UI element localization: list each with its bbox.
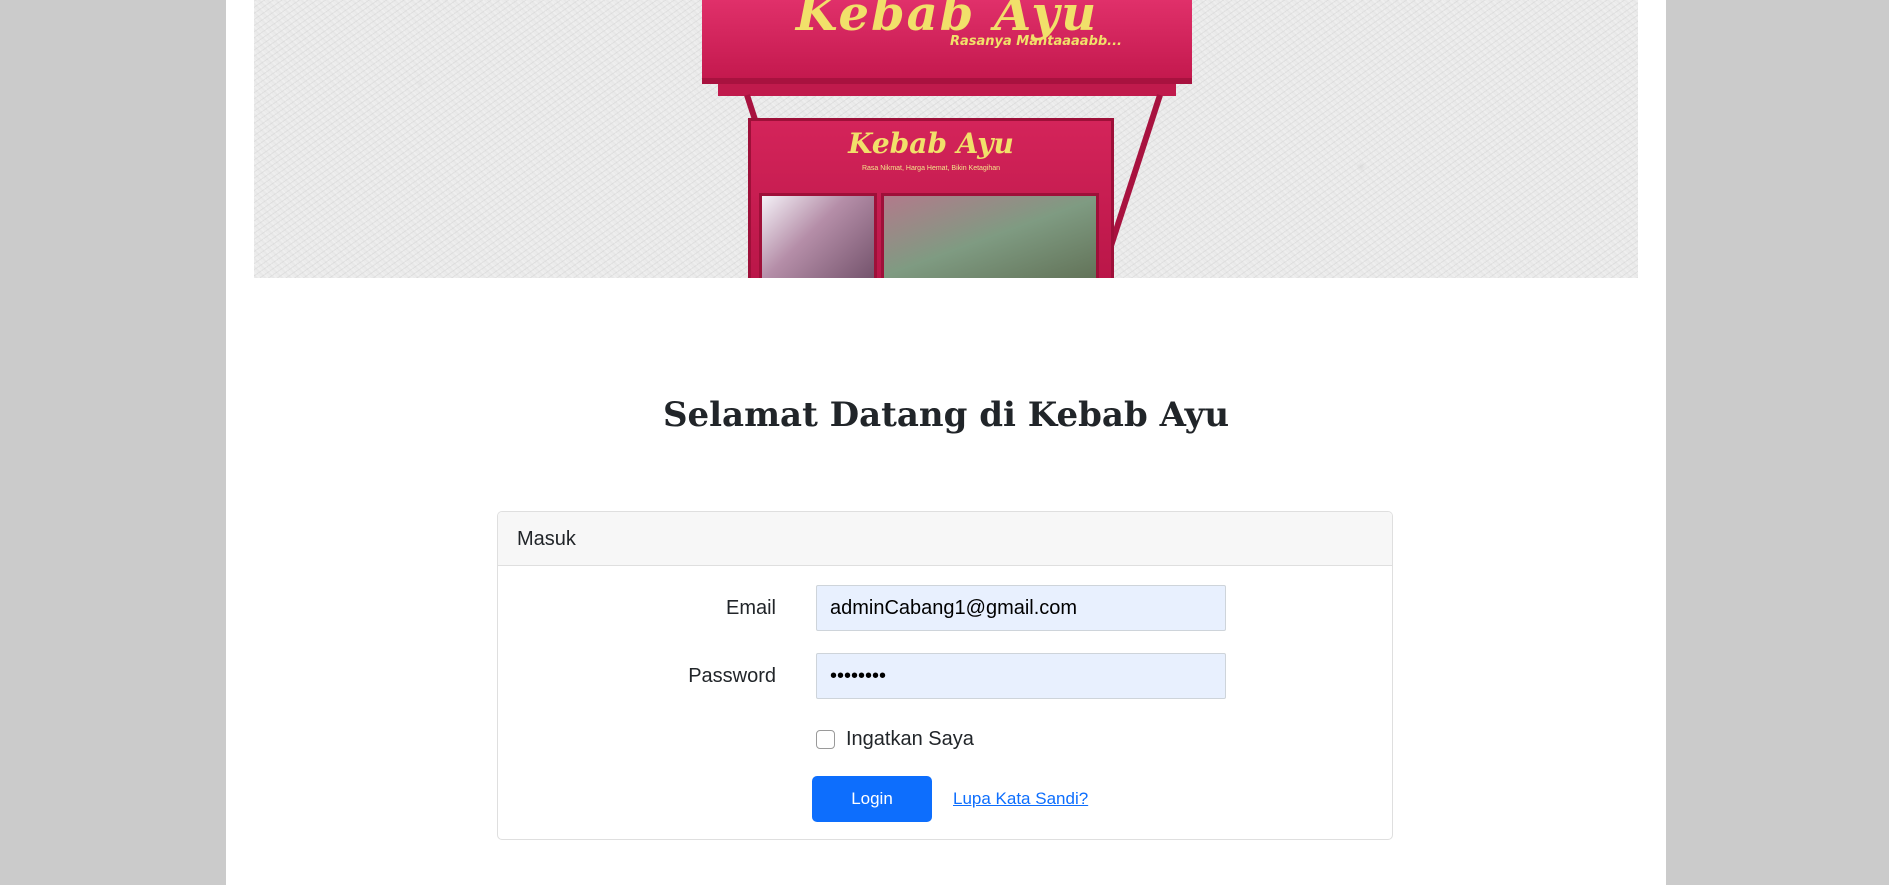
login-card-header: Masuk bbox=[498, 512, 1392, 566]
email-row: Email bbox=[498, 585, 1392, 631]
password-row: Password bbox=[498, 653, 1392, 699]
cart-window-left bbox=[759, 193, 877, 278]
cart-signboard: Kebab Ayu Rasanya Mantaaaabb... bbox=[702, 0, 1192, 84]
email-label: Email bbox=[725, 597, 776, 619]
password-input[interactable] bbox=[816, 653, 1226, 699]
password-label: Password bbox=[688, 665, 776, 687]
remember-checkbox[interactable] bbox=[816, 729, 835, 749]
page-container: Kebab Ayu Rasanya Mantaaaabb... Kebab Ay… bbox=[226, 0, 1666, 885]
cart-body: Kebab Ayu Rasa Nikmat, Harga Hemat, Biki… bbox=[748, 118, 1114, 278]
login-button[interactable]: Login bbox=[812, 776, 932, 822]
cart-window-right bbox=[881, 193, 1099, 278]
cart-body-subtitle: Rasa Nikmat, Harga Hemat, Bikin Ketagiha… bbox=[861, 165, 1001, 172]
page-title: Selamat Datang di Kebab Ayu bbox=[662, 395, 1230, 435]
cart-shelf bbox=[718, 84, 1176, 96]
forgot-password-link[interactable]: Lupa Kata Sandi? bbox=[953, 787, 1088, 811]
login-card: Masuk Email Password Ingatkan Saya Login… bbox=[497, 511, 1393, 840]
remember-me[interactable]: Ingatkan Saya bbox=[816, 727, 974, 751]
email-input[interactable] bbox=[816, 585, 1226, 631]
cart-body-title: Kebab Ayu bbox=[848, 127, 1014, 160]
cart-sign-tagline: Rasanya Mantaaaabb... bbox=[949, 34, 1122, 49]
remember-label[interactable]: Ingatkan Saya bbox=[846, 728, 974, 751]
banner-image: Kebab Ayu Rasanya Mantaaaabb... Kebab Ay… bbox=[254, 0, 1638, 278]
